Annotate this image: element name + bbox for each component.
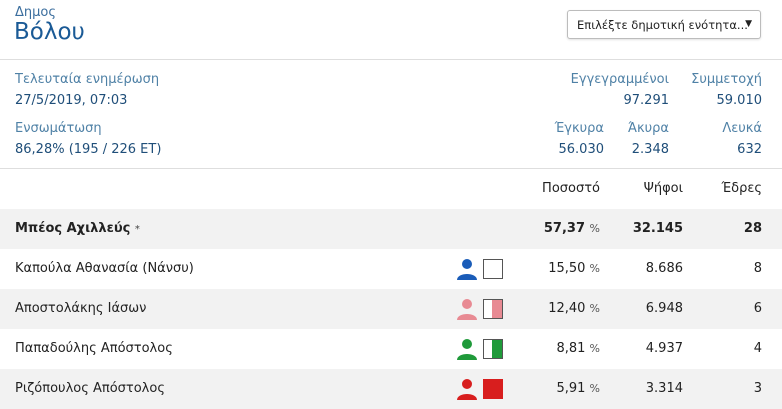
valid-label: Έγκυρα — [554, 121, 604, 136]
candidate-row: Μπέος Αχιλλεύς * 57,37 % 32.145 28 — [0, 209, 782, 249]
invalid-label: Άκυρα — [627, 121, 669, 136]
candidate-percent: 57,37 — [543, 221, 586, 236]
person-icon — [457, 259, 477, 280]
updated-label: Τελευταία ενημέρωση — [15, 72, 160, 87]
candidate-row: Ριζόπουλος Απόστολος 5,91 % 3.314 3 — [0, 369, 782, 409]
municipality-name: Βόλου — [14, 19, 85, 45]
updated-value: 27/5/2019, 07:03 — [15, 93, 128, 108]
candidate-seats: 3 — [753, 381, 762, 396]
registered-label: Εγγεγραμμένοι — [570, 72, 669, 87]
blank-label: Λευκά — [722, 121, 762, 136]
party-flag-icon — [483, 379, 503, 399]
candidate-row: Παπαδούλης Απόστολος 8,81 % 4.937 4 — [0, 329, 782, 369]
candidate-row: Καπούλα Αθανασία (Νάνσυ) 15,50 % 8.686 8 — [0, 249, 782, 289]
candidate-votes: 4.937 — [645, 341, 683, 356]
candidate-votes: 6.948 — [645, 301, 683, 316]
registered-value: 97.291 — [623, 93, 670, 108]
turnout-label: Συμμετοχή — [691, 72, 762, 87]
candidate-percent: 12,40 — [548, 301, 586, 316]
stats-panel: Τελευταία ενημέρωση 27/5/2019, 07:03 Εγγ… — [0, 60, 782, 169]
results-table-header: Ποσοστό Ψήφοι Έδρες — [0, 170, 782, 208]
person-icon — [457, 379, 477, 400]
party-flag-icon — [483, 299, 503, 319]
winner-marker: * — [134, 224, 140, 235]
incorporation-label: Ενσωμάτωση — [15, 121, 102, 136]
incorporation-value: 86,28% (195 / 226 ΕΤ) — [15, 142, 162, 157]
candidate-name: Ριζόπουλος Απόστολος — [15, 381, 165, 396]
page-header: Δημος Βόλου Επιλέξτε δημοτική ενότητα...… — [0, 0, 782, 60]
candidate-votes: 3.314 — [645, 381, 683, 396]
percent-unit: % — [589, 262, 600, 275]
municipality-label: Δημος — [15, 5, 56, 20]
candidate-percent: 5,91 — [556, 381, 586, 396]
party-flag-icon — [483, 259, 503, 279]
candidate-percent: 15,50 — [548, 261, 586, 276]
person-icon — [457, 299, 477, 320]
percent-unit: % — [589, 382, 600, 395]
invalid-value: 2.348 — [631, 142, 669, 157]
dropdown-arrow-icon: ▼ — [745, 19, 752, 29]
col-votes-header: Ψήφοι — [643, 181, 683, 196]
candidate-votes: 32.145 — [632, 221, 683, 236]
party-flag-icon — [483, 339, 503, 359]
district-select-label: Επιλέξτε δημοτική ενότητα... — [577, 18, 748, 32]
col-seats-header: Έδρες — [721, 181, 762, 196]
candidate-name: Παπαδούλης Απόστολος — [15, 341, 173, 356]
candidate-seats: 6 — [753, 301, 762, 316]
candidate-name: Μπέος Αχιλλεύς — [15, 221, 131, 236]
candidate-seats: 8 — [753, 261, 762, 276]
candidate-votes: 8.686 — [645, 261, 683, 276]
candidate-row: Αποστολάκης Ιάσων 12,40 % 6.948 6 — [0, 289, 782, 329]
valid-value: 56.030 — [558, 142, 605, 157]
candidate-name: Καπούλα Αθανασία (Νάνσυ) — [15, 261, 194, 276]
percent-unit: % — [589, 222, 600, 235]
percent-unit: % — [589, 302, 600, 315]
col-percent-header: Ποσοστό — [542, 181, 600, 196]
blank-value: 632 — [737, 142, 762, 157]
person-icon — [457, 339, 477, 360]
candidate-percent: 8,81 — [556, 341, 586, 356]
candidate-name: Αποστολάκης Ιάσων — [15, 301, 147, 316]
district-select[interactable]: Επιλέξτε δημοτική ενότητα... ▼ — [567, 10, 761, 39]
candidate-seats: 28 — [743, 221, 762, 236]
percent-unit: % — [589, 342, 600, 355]
candidate-seats: 4 — [753, 341, 762, 356]
turnout-value: 59.010 — [716, 93, 763, 108]
